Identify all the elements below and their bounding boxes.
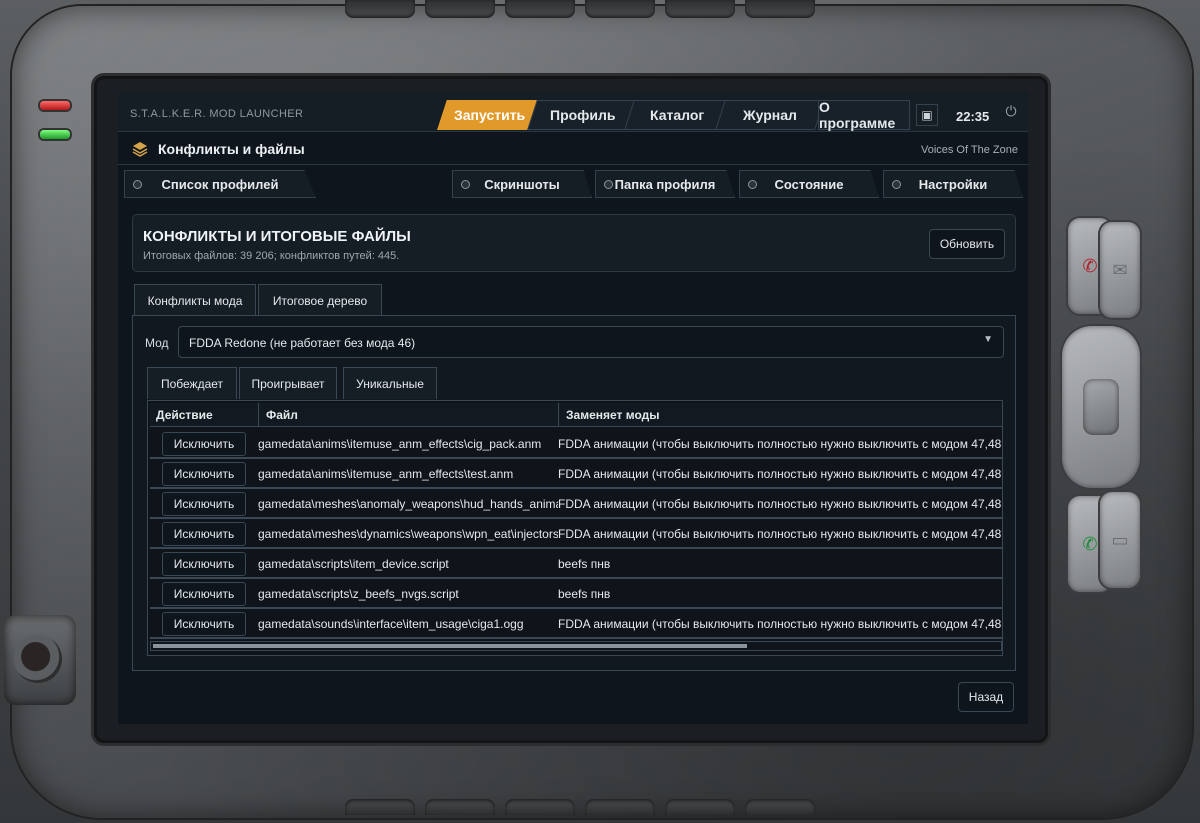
subnav-profile-folder[interactable]: Папка профиля	[595, 170, 735, 198]
replaces-cell: FDDA анимации (чтобы выключить полностью…	[558, 527, 1002, 541]
nav-launch-button[interactable]: Запустить	[437, 100, 543, 130]
led-green-indicator	[40, 130, 70, 139]
table-row: Исключить gamedata\anims\itemuse_anm_eff…	[150, 459, 1002, 489]
dpad[interactable]	[1062, 326, 1140, 488]
subnav-state[interactable]: Состояние	[739, 170, 879, 198]
column-header-action[interactable]: Действие	[156, 408, 213, 422]
pda-device: ✆ ✉ ✆ ▭ S.T.A.L.K.E.R. MOD LAUNCHER Запу…	[0, 0, 1200, 823]
exclude-button[interactable]: Исключить	[162, 582, 246, 606]
tab-final-tree[interactable]: Итоговое дерево	[258, 284, 382, 316]
mod-select-value: FDDA Redone (не работает без мода 46)	[189, 336, 416, 350]
table-row: Исключить gamedata\meshes\anomaly_weapon…	[150, 489, 1002, 519]
conflicts-panel: КОНФЛИКТЫ И ИТОГОВЫЕ ФАЙЛЫ Итоговых файл…	[132, 214, 1016, 272]
file-cell: gamedata\meshes\anomaly_weapons\hud_hand…	[258, 497, 558, 511]
tab-loses[interactable]: Проигрывает	[239, 367, 337, 399]
dpad-center-button[interactable]	[1083, 379, 1119, 435]
file-cell: gamedata\anims\itemuse_anm_effects\test.…	[258, 467, 514, 481]
file-cell: gamedata\meshes\dynamics\weapons\wpn_eat…	[258, 527, 558, 541]
exclude-button[interactable]: Исключить	[162, 432, 246, 456]
document-icon: ▭	[1111, 529, 1129, 550]
chevron-down-icon: ▼	[983, 334, 993, 345]
replaces-cell: FDDA анимации (чтобы выключить полностью…	[558, 467, 1002, 481]
subnav-screenshots[interactable]: Скриншоты	[452, 170, 592, 198]
conflicts-tab-body: Мод FDDA Redone (не работает без мода 46…	[132, 315, 1016, 671]
subnav-profile-list[interactable]: Список профилей	[124, 170, 316, 198]
clock: 22:35	[956, 109, 990, 124]
table-row: Исключить gamedata\sounds\interface\item…	[150, 609, 1002, 639]
tab-mod-conflicts[interactable]: Конфликты мода	[134, 284, 256, 316]
table-row: Исключить gamedata\anims\itemuse_anm_eff…	[150, 429, 1002, 459]
exclude-button[interactable]: Исключить	[162, 492, 246, 516]
antenna-knob	[4, 615, 76, 705]
tab-unique[interactable]: Уникальные	[343, 367, 437, 399]
power-icon[interactable]: ⏻	[1000, 100, 1022, 122]
top-bar: S.T.A.L.K.E.R. MOD LAUNCHER Запустить Пр…	[118, 92, 1028, 132]
mail-icon: ✉	[1112, 259, 1128, 280]
mod-select[interactable]: FDDA Redone (не работает без мода 46) ▼	[178, 326, 1004, 358]
column-header-replaces[interactable]: Заменяет моды	[566, 408, 659, 422]
tab-wins[interactable]: Побеждает	[147, 367, 237, 399]
table-row: Исключить gamedata\scripts\z_beefs_nvgs.…	[150, 579, 1002, 609]
page-title: Конфликты и файлы	[158, 141, 305, 157]
conflicts-grid: Действие Файл Заменяет моды Исключить ga…	[147, 400, 1003, 656]
file-cell: gamedata\scripts\z_beefs_nvgs.script	[258, 587, 459, 601]
panel-title: КОНФЛИКТЫ И ИТОГОВЫЕ ФАЙЛЫ	[143, 228, 411, 245]
replaces-cell: FDDA анимации (чтобы выключить полностью…	[558, 617, 1002, 631]
launcher-screen: S.T.A.L.K.E.R. MOD LAUNCHER Запустить Пр…	[118, 92, 1028, 724]
file-cell: gamedata\scripts\item_device.script	[258, 557, 449, 571]
app-title: S.T.A.L.K.E.R. MOD LAUNCHER	[130, 108, 304, 120]
file-cell: gamedata\anims\itemuse_anm_effects\cig_p…	[258, 437, 542, 451]
back-button[interactable]: Назад	[958, 682, 1014, 712]
horizontal-scrollbar[interactable]	[150, 641, 1002, 651]
panel-subtitle: Итоговых файлов: 39 206; конфликтов путе…	[143, 250, 400, 262]
page-bar: Конфликты и файлы Voices Of The Zone	[118, 133, 1028, 165]
nav-profile-tab[interactable]: Профиль	[527, 100, 639, 130]
replaces-cell: FDDA анимации (чтобы выключить полностью…	[558, 497, 1002, 511]
table-row: Исключить gamedata\meshes\dynamics\weapo…	[150, 519, 1002, 549]
phone-end-icon: ✆	[1082, 533, 1098, 554]
nav-catalog-tab[interactable]: Каталог	[624, 100, 730, 130]
profile-name: Voices Of The Zone	[920, 144, 1018, 156]
document-button[interactable]: ▭	[1100, 492, 1140, 588]
replaces-cell: beefs пнв	[558, 557, 611, 571]
mod-label: Мод	[145, 336, 169, 350]
subnav-settings[interactable]: Настройки	[883, 170, 1023, 198]
grid-header: Действие Файл Заменяет моды	[150, 403, 1002, 427]
led-red-indicator	[40, 101, 70, 110]
top-grip	[300, 0, 860, 22]
scrollbar-thumb[interactable]	[153, 644, 747, 648]
bottom-grip	[300, 799, 860, 819]
nav-journal-tab[interactable]: Журнал	[715, 100, 825, 130]
refresh-button[interactable]: Обновить	[929, 229, 1005, 259]
exclude-button[interactable]: Исключить	[162, 522, 246, 546]
phone-icon: ✆	[1082, 255, 1098, 276]
replaces-cell: beefs пнв	[558, 587, 611, 601]
exclude-button[interactable]: Исключить	[162, 462, 246, 486]
mail-button[interactable]: ✉	[1100, 222, 1140, 318]
monitor-icon[interactable]: ▣	[916, 104, 938, 126]
replaces-cell: FDDA анимации (чтобы выключить полностью…	[558, 437, 1002, 451]
column-header-file[interactable]: Файл	[266, 408, 298, 422]
table-row: Исключить gamedata\scripts\item_device.s…	[150, 549, 1002, 579]
file-cell: gamedata\sounds\interface\item_usage\cig…	[258, 617, 524, 631]
exclude-button[interactable]: Исключить	[162, 552, 246, 576]
layers-icon	[132, 142, 148, 157]
nav-about-tab[interactable]: О программе	[818, 99, 910, 131]
exclude-button[interactable]: Исключить	[162, 612, 246, 636]
